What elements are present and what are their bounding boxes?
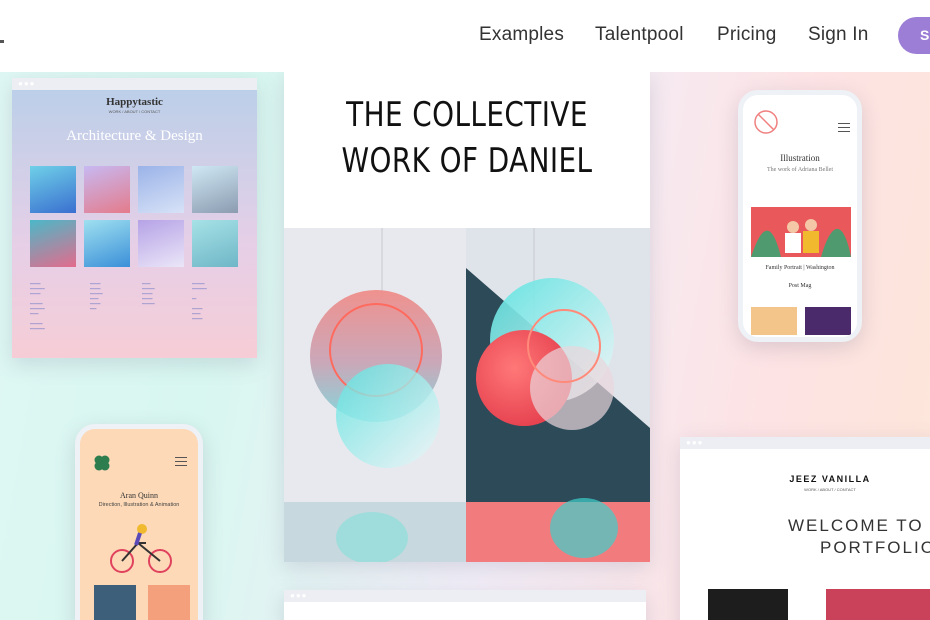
gallery-tile [192, 220, 238, 267]
cyclist-illustration [110, 524, 172, 573]
menu-icon[interactable] [175, 457, 187, 466]
info-column: ━━━━━━ ━━━━━━━ ━━ ━━━━━ ━━━━ ━━━━━ [192, 282, 207, 321]
info-column: ━━━━ ━━━━━━ ━━━━━ ━━━━━ ━━━━━━ [142, 282, 155, 306]
gallery-tile [192, 166, 238, 213]
gallery-tile [84, 166, 130, 213]
portfolio-nav: WORK / ABOUT / CONTACT [804, 487, 856, 492]
nav-talentpool[interactable]: Talentpool [595, 24, 684, 46]
portfolio-card-partial[interactable]: ●●● [284, 590, 646, 620]
portfolio-title: Aran Quinn [120, 491, 158, 500]
info-column: ━━━━━ ━━━━━ ━━━━━━ ━━━━ ━━━━━ ━━━ [90, 282, 103, 311]
neon-discs-image [284, 228, 650, 562]
nav-pricing[interactable]: Pricing [717, 24, 776, 46]
gallery-thumb [708, 589, 788, 620]
portfolio-card-daniel[interactable]: THE COLLECTIVE WORK OF DANIEL [284, 72, 650, 562]
illustration-image [751, 207, 851, 257]
image-caption: Post Mag [788, 283, 812, 289]
gallery-tile [30, 220, 76, 267]
portfolio-subtitle: The work of Adriana Bellet [767, 167, 833, 173]
gallery-tile [138, 166, 184, 213]
gallery-thumb [826, 589, 930, 620]
gallery-tile [30, 166, 76, 213]
gallery-thumb [148, 585, 190, 620]
browser-chrome: ●●● [284, 590, 646, 602]
portfolio-title: Architecture & Design [66, 128, 203, 144]
logo[interactable] [0, 40, 4, 43]
image-caption: Family Portrait | Washington [765, 265, 835, 271]
browser-chrome: ●●● [12, 78, 257, 90]
featured-artwork [284, 228, 650, 562]
nav-sign-in[interactable]: Sign In [808, 24, 869, 46]
info-column: ━━━━━ ━━━━━━━ ━━━━━ ━━━━━━ ━━━━━━━ ━━━━ ━━━━━━… [30, 282, 45, 331]
phone-mockup-aran[interactable]: Aran Quinn Direction, Illustration & Ani… [75, 424, 203, 620]
portfolio-brand: Happytastic [106, 96, 163, 108]
portfolio-card-jeez-vanilla[interactable]: ●●● JEEZ VANILLA WORK / ABOUT / CONTACT … [680, 437, 930, 620]
nav-examples[interactable]: Examples [479, 24, 564, 46]
gallery-thumb [94, 585, 136, 620]
menu-icon[interactable] [838, 123, 850, 132]
signup-button[interactable]: S [898, 17, 930, 54]
window-dots-icon: ●●● [686, 438, 704, 447]
logo-icon [754, 110, 778, 134]
window-dots-icon: ●●● [18, 79, 36, 88]
clover-icon [94, 455, 110, 471]
portfolio-title: Illustration [780, 153, 820, 163]
gallery-tile [138, 220, 184, 267]
portfolio-nav: WORK / ABOUT / CONTACT [108, 109, 161, 114]
gallery-tile [84, 220, 130, 267]
top-nav: Examples Talentpool Pricing Sign In S [0, 0, 930, 72]
gallery-thumb [805, 307, 851, 335]
gallery-thumb [751, 307, 797, 335]
browser-chrome: ●●● [680, 437, 930, 449]
phone-mockup-illustration[interactable]: Illustration The work of Adriana Bellet … [738, 90, 862, 342]
portfolio-welcome: WELCOME TO PORTFOLIO [788, 516, 930, 557]
portfolio-title: THE COLLECTIVE WORK OF DANIEL [341, 95, 593, 181]
portfolio-brand: JEEZ VANILLA [789, 474, 871, 484]
portfolio-card-happytastic[interactable]: ●●● Happytastic WORK / ABOUT / CONTACT A… [12, 78, 257, 358]
window-dots-icon: ●●● [290, 591, 308, 600]
portfolio-subtitle: Direction, Illustration & Animation [98, 502, 180, 508]
